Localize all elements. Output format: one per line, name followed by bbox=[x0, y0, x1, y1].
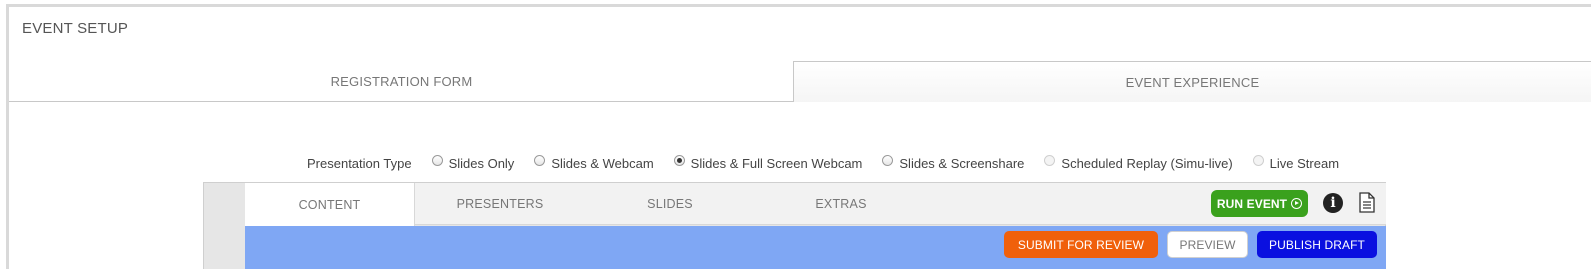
radio-label: Slides & Full Screen Webcam bbox=[690, 155, 863, 171]
radio-slides-only[interactable]: Slides Only bbox=[431, 154, 515, 171]
radio-button[interactable] bbox=[534, 154, 546, 166]
action-bar: SUBMIT FOR REVIEW PREVIEW PUBLISH DRAFT bbox=[245, 226, 1386, 269]
document-icon[interactable] bbox=[1359, 192, 1375, 213]
panel-inner: CONTENT PRESENTERS SLIDES EXTRAS RUN EVE… bbox=[245, 183, 1386, 269]
publish-draft-button[interactable]: PUBLISH DRAFT bbox=[1257, 231, 1377, 258]
presentation-type-label: Presentation Type bbox=[307, 155, 412, 171]
sub-tab-bar: CONTENT PRESENTERS SLIDES EXTRAS RUN EVE… bbox=[245, 183, 1386, 226]
radio-button-disabled[interactable] bbox=[1044, 154, 1056, 166]
radio-slides-webcam[interactable]: Slides & Webcam bbox=[534, 154, 654, 171]
subtab-slides[interactable]: SLIDES bbox=[585, 183, 755, 225]
event-experience-panel: CONTENT PRESENTERS SLIDES EXTRAS RUN EVE… bbox=[203, 182, 1386, 269]
radio-button[interactable] bbox=[431, 154, 443, 166]
radio-label: Slides Only bbox=[448, 155, 515, 171]
run-event-button[interactable]: RUN EVENT bbox=[1211, 190, 1308, 217]
preview-button[interactable]: PREVIEW bbox=[1167, 231, 1248, 258]
tab-event-experience[interactable]: EVENT EXPERIENCE bbox=[793, 61, 1591, 102]
radio-live-stream[interactable]: Live Stream bbox=[1252, 154, 1340, 171]
radio-scheduled-replay[interactable]: Scheduled Replay (Simu-live) bbox=[1044, 154, 1233, 171]
subtab-presenters[interactable]: PRESENTERS bbox=[415, 183, 585, 225]
radio-slides-full-screen-webcam[interactable]: Slides & Full Screen Webcam bbox=[673, 154, 863, 171]
page-title: EVENT SETUP bbox=[22, 20, 129, 37]
submit-for-review-button[interactable]: SUBMIT FOR REVIEW bbox=[1004, 231, 1158, 258]
radio-button-selected[interactable] bbox=[673, 154, 685, 166]
play-circle-icon bbox=[1291, 198, 1303, 209]
presentation-type-row: Presentation Type Slides Only Slides & W… bbox=[307, 152, 1359, 174]
radio-label: Scheduled Replay (Simu-live) bbox=[1061, 155, 1233, 171]
info-circle-icon[interactable]: i bbox=[1323, 193, 1343, 213]
radio-button-disabled[interactable] bbox=[1252, 154, 1264, 166]
tab-registration-form[interactable]: REGISTRATION FORM bbox=[9, 61, 794, 102]
run-event-label: RUN EVENT bbox=[1216, 196, 1288, 211]
radio-label: Slides & Webcam bbox=[551, 155, 654, 171]
radio-slides-screenshare[interactable]: Slides & Screenshare bbox=[882, 154, 1025, 171]
subtab-extras[interactable]: EXTRAS bbox=[756, 183, 926, 225]
radio-button[interactable] bbox=[882, 154, 894, 166]
radio-label: Live Stream bbox=[1269, 155, 1340, 171]
radio-label: Slides & Screenshare bbox=[899, 155, 1025, 171]
subtab-content[interactable]: CONTENT bbox=[245, 183, 415, 226]
